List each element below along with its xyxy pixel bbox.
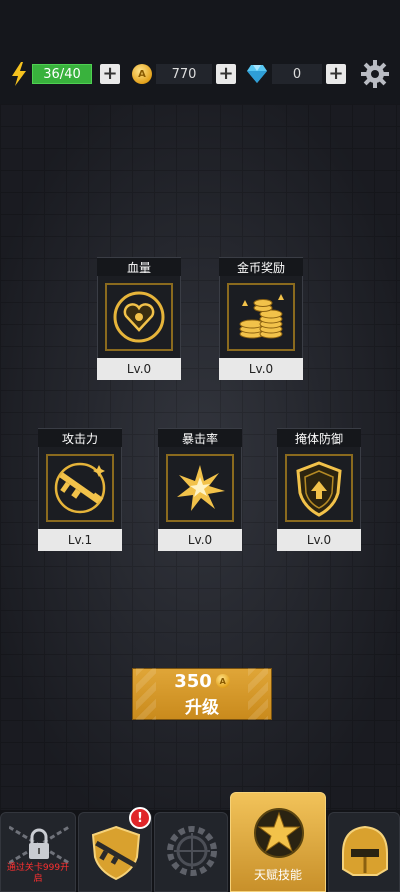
top-bar: 36/40 + A 770 + 0 + — [0, 0, 400, 104]
explosion-icon — [166, 454, 234, 522]
skill-title: 暴击率 — [158, 428, 242, 447]
skill-card-gold-reward[interactable]: 金币奖励 Lv.0 — [219, 257, 303, 380]
gold-value: 770 — [156, 64, 212, 84]
nav-tab-locked[interactable]: 通过关卡999开启 — [0, 812, 76, 892]
diamond-value: 0 — [272, 64, 322, 84]
heart-icon — [105, 283, 173, 351]
skill-title: 血量 — [97, 257, 181, 276]
skill-card-attack[interactable]: 攻击力 Lv.1 — [38, 428, 122, 551]
helmet-icon — [342, 825, 388, 876]
star-badge-icon — [254, 808, 304, 858]
energy-icon — [12, 62, 26, 86]
skill-level: Lv.0 — [158, 529, 242, 551]
gold-coin-icon: A — [132, 64, 152, 84]
add-gold-button[interactable]: + — [216, 64, 236, 84]
coin-stack-icon — [227, 283, 295, 351]
upgrade-cost-value: 350 — [174, 670, 212, 692]
nav-tab-talents[interactable]: 天赋技能 — [230, 792, 326, 892]
add-energy-button[interactable]: + — [100, 64, 120, 84]
upgrade-label: 升级 — [185, 697, 219, 718]
rifle-icon — [46, 454, 114, 522]
locked-hint: 通过关卡999开启 — [6, 863, 70, 884]
energy-value: 36/40 — [32, 64, 92, 84]
resource-row: 36/40 + A 770 + 0 + — [10, 60, 390, 88]
skill-level: Lv.0 — [219, 358, 303, 380]
shield-rifle-icon — [91, 825, 141, 881]
skill-level: Lv.1 — [38, 529, 122, 551]
cog-crosshair-icon — [167, 826, 217, 876]
skill-title: 金币奖励 — [219, 257, 303, 276]
shield-icon — [285, 454, 353, 522]
nav-label-talents: 天赋技能 — [253, 868, 302, 882]
skill-card-health[interactable]: 血量 Lv.0 — [97, 257, 181, 380]
skill-title: 掩体防御 — [277, 428, 361, 447]
skill-card-crit-rate[interactable]: 暴击率 Lv.0 — [158, 428, 242, 551]
upgrade-cost: 350 A — [174, 671, 230, 692]
skill-title: 攻击力 — [38, 428, 122, 447]
nav-tab-gear[interactable] — [154, 812, 228, 892]
skill-level: Lv.0 — [97, 358, 181, 380]
diamond-icon — [247, 65, 267, 83]
skill-level: Lv.0 — [277, 529, 361, 551]
notification-badge: ! — [129, 807, 151, 829]
add-diamond-button[interactable]: + — [326, 64, 346, 84]
gold-coin-icon: A — [215, 674, 230, 688]
nav-tab-weapons[interactable]: ! — [78, 807, 152, 892]
nav-tab-hero[interactable] — [328, 812, 400, 892]
skill-card-cover-defense[interactable]: 掩体防御 Lv.0 — [277, 428, 361, 551]
settings-gear-icon[interactable] — [360, 59, 390, 89]
upgrade-button[interactable]: 350 A 升级 — [132, 668, 272, 720]
padlock-chains-icon — [9, 825, 69, 865]
bottom-nav: 通过关卡999开启 ! 天赋技能 — [0, 792, 400, 892]
